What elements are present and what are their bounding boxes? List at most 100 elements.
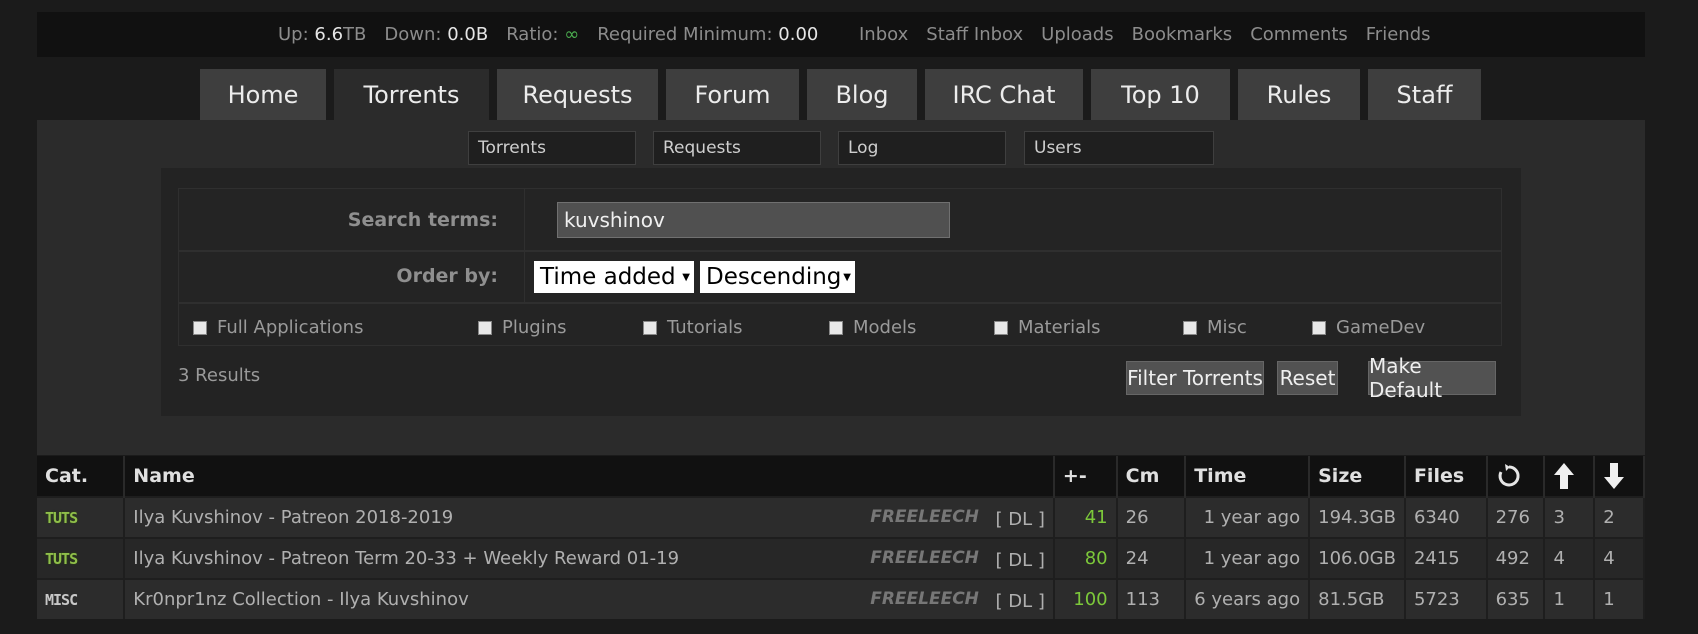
comments-count[interactable]: 26	[1116, 496, 1187, 538]
tab-requests[interactable]: Requests	[497, 69, 658, 120]
category-plugins[interactable]: Plugins	[478, 317, 566, 338]
size-value: 194.3GB	[1309, 496, 1406, 538]
required-minimum-stat: Required Minimum: 0.00	[597, 24, 819, 45]
category-badge: MISC	[45, 591, 78, 609]
torrent-name-link[interactable]: Ilya Kuvshinov - Patreon 2018-2019	[133, 507, 453, 528]
search-terms-row: Search terms: kuvshinov	[178, 188, 1502, 251]
tab-staff[interactable]: Staff	[1368, 69, 1481, 120]
files-count[interactable]: 6340	[1404, 496, 1488, 538]
staff-inbox-link[interactable]: Staff Inbox	[926, 24, 1023, 45]
category-tutorials[interactable]: Tutorials	[643, 317, 743, 338]
category-models[interactable]: Models	[829, 317, 916, 338]
comments-count[interactable]: 113	[1116, 578, 1187, 619]
tab-rules[interactable]: Rules	[1238, 69, 1360, 120]
tab-home[interactable]: Home	[200, 69, 326, 120]
bookmarks-link[interactable]: Bookmarks	[1132, 24, 1233, 45]
refresh-icon	[1498, 464, 1520, 487]
category-cell[interactable]: MISC	[37, 578, 126, 619]
download-link[interactable]: [ DL ]	[996, 591, 1045, 612]
arrow-up-icon	[1554, 463, 1575, 489]
subnav-log[interactable]: Log	[838, 131, 1006, 165]
files-count[interactable]: 2415	[1404, 537, 1488, 579]
category-filter-row: Full Applications Plugins Tutorials Mode…	[178, 303, 1502, 346]
checkbox[interactable]	[193, 320, 207, 335]
header-leechers[interactable]	[1594, 456, 1645, 497]
search-form: Search terms: kuvshinov Order by: Time a…	[161, 168, 1521, 416]
checkbox[interactable]	[643, 320, 657, 335]
time-added: 1 year ago	[1185, 537, 1311, 579]
reset-button[interactable]: Reset	[1277, 361, 1338, 395]
order-by-label: Order by:	[396, 265, 498, 287]
checkbox[interactable]	[829, 320, 843, 335]
inbox-link[interactable]: Inbox	[859, 24, 908, 45]
torrent-name-link[interactable]: Ilya Kuvshinov - Patreon Term 20-33 + We…	[133, 548, 679, 569]
subnav-requests[interactable]: Requests	[653, 131, 821, 165]
checkbox[interactable]	[478, 320, 492, 335]
files-count[interactable]: 5723	[1404, 578, 1488, 619]
tab-torrents[interactable]: Torrents	[334, 69, 489, 120]
order-direction-select[interactable]: Descending ▼	[700, 261, 855, 293]
make-default-button[interactable]: Make Default	[1368, 354, 1496, 402]
search-terms-label: Search terms:	[347, 209, 498, 231]
torrent-table: Cat. Name +- Cm Time Size Files TUTS Ily…	[37, 456, 1645, 619]
comments-count[interactable]: 24	[1116, 537, 1187, 579]
results-count: 3 Results	[178, 365, 261, 386]
subnav-torrents[interactable]: Torrents	[468, 131, 636, 165]
order-field-select[interactable]: Time added ▼	[534, 261, 694, 293]
download-link[interactable]: [ DL ]	[996, 550, 1045, 571]
filter-torrents-button[interactable]: Filter Torrents	[1126, 361, 1264, 395]
category-cell[interactable]: TUTS	[37, 496, 126, 538]
tab-blog[interactable]: Blog	[807, 69, 917, 120]
seeders-count[interactable]: 4	[1544, 537, 1596, 579]
snatched-count: 635	[1486, 578, 1546, 619]
checkbox[interactable]	[1183, 320, 1197, 335]
snatched-count: 276	[1486, 496, 1546, 538]
freeleech-badge: FREELEECH	[870, 548, 979, 568]
seeders-count[interactable]: 1	[1544, 578, 1596, 619]
category-full-applications[interactable]: Full Applications	[193, 317, 363, 338]
comments-link[interactable]: Comments	[1250, 24, 1348, 45]
checkbox[interactable]	[1312, 320, 1326, 335]
category-materials[interactable]: Materials	[994, 317, 1101, 338]
tab-irc-chat[interactable]: IRC Chat	[925, 69, 1083, 120]
chevron-down-icon: ▼	[843, 272, 851, 283]
search-input[interactable]: kuvshinov	[557, 202, 950, 238]
download-link[interactable]: [ DL ]	[996, 509, 1045, 530]
uploads-link[interactable]: Uploads	[1041, 24, 1113, 45]
category-gamedev[interactable]: GameDev	[1312, 317, 1425, 338]
time-added: 1 year ago	[1185, 496, 1311, 538]
size-value: 81.5GB	[1309, 578, 1406, 619]
size-value: 106.0GB	[1309, 537, 1406, 579]
freeleech-badge: FREELEECH	[870, 507, 979, 527]
name-cell: Kr0npr1nz Collection - Ilya Kuvshinov FR…	[124, 578, 1055, 619]
leechers-count[interactable]: 4	[1594, 537, 1645, 579]
header-size[interactable]: Size	[1309, 456, 1406, 497]
header-comments[interactable]: Cm	[1116, 456, 1187, 497]
friends-link[interactable]: Friends	[1366, 24, 1431, 45]
header-files[interactable]: Files	[1404, 456, 1488, 497]
header-name[interactable]: Name	[124, 456, 1055, 497]
header-time[interactable]: Time	[1185, 456, 1311, 497]
tab-top-10[interactable]: Top 10	[1091, 69, 1230, 120]
torrent-name-link[interactable]: Kr0npr1nz Collection - Ilya Kuvshinov	[133, 589, 468, 610]
checkbox[interactable]	[994, 320, 1008, 335]
header-category[interactable]: Cat.	[37, 456, 126, 497]
category-cell[interactable]: TUTS	[37, 537, 126, 579]
header-snatched[interactable]	[1486, 456, 1546, 497]
order-by-row: Order by: Time added ▼ Descending ▼	[178, 251, 1502, 303]
table-header-row: Cat. Name +- Cm Time Size Files	[37, 456, 1645, 497]
user-stats-bar: Up: 6.6TB Down: 0.0B Ratio: ∞ Required M…	[37, 12, 1645, 57]
plus-minus-value: 41	[1053, 496, 1118, 538]
subnav-users[interactable]: Users	[1024, 131, 1214, 165]
header-seeders[interactable]	[1544, 456, 1596, 497]
header-plus-minus[interactable]: +-	[1053, 456, 1118, 497]
user-nav: Inbox Staff Inbox Uploads Bookmarks Comm…	[859, 12, 1449, 57]
table-row: TUTS Ilya Kuvshinov - Patreon 2018-2019 …	[37, 496, 1645, 538]
seeders-count[interactable]: 3	[1544, 496, 1596, 538]
upload-stat: Up: 6.6TB	[278, 24, 367, 45]
leechers-count[interactable]: 1	[1594, 578, 1645, 619]
category-misc[interactable]: Misc	[1183, 317, 1247, 338]
tab-forum[interactable]: Forum	[666, 69, 799, 120]
search-panel: Torrents Requests Log Users Search terms…	[37, 120, 1645, 455]
leechers-count[interactable]: 2	[1594, 496, 1645, 538]
